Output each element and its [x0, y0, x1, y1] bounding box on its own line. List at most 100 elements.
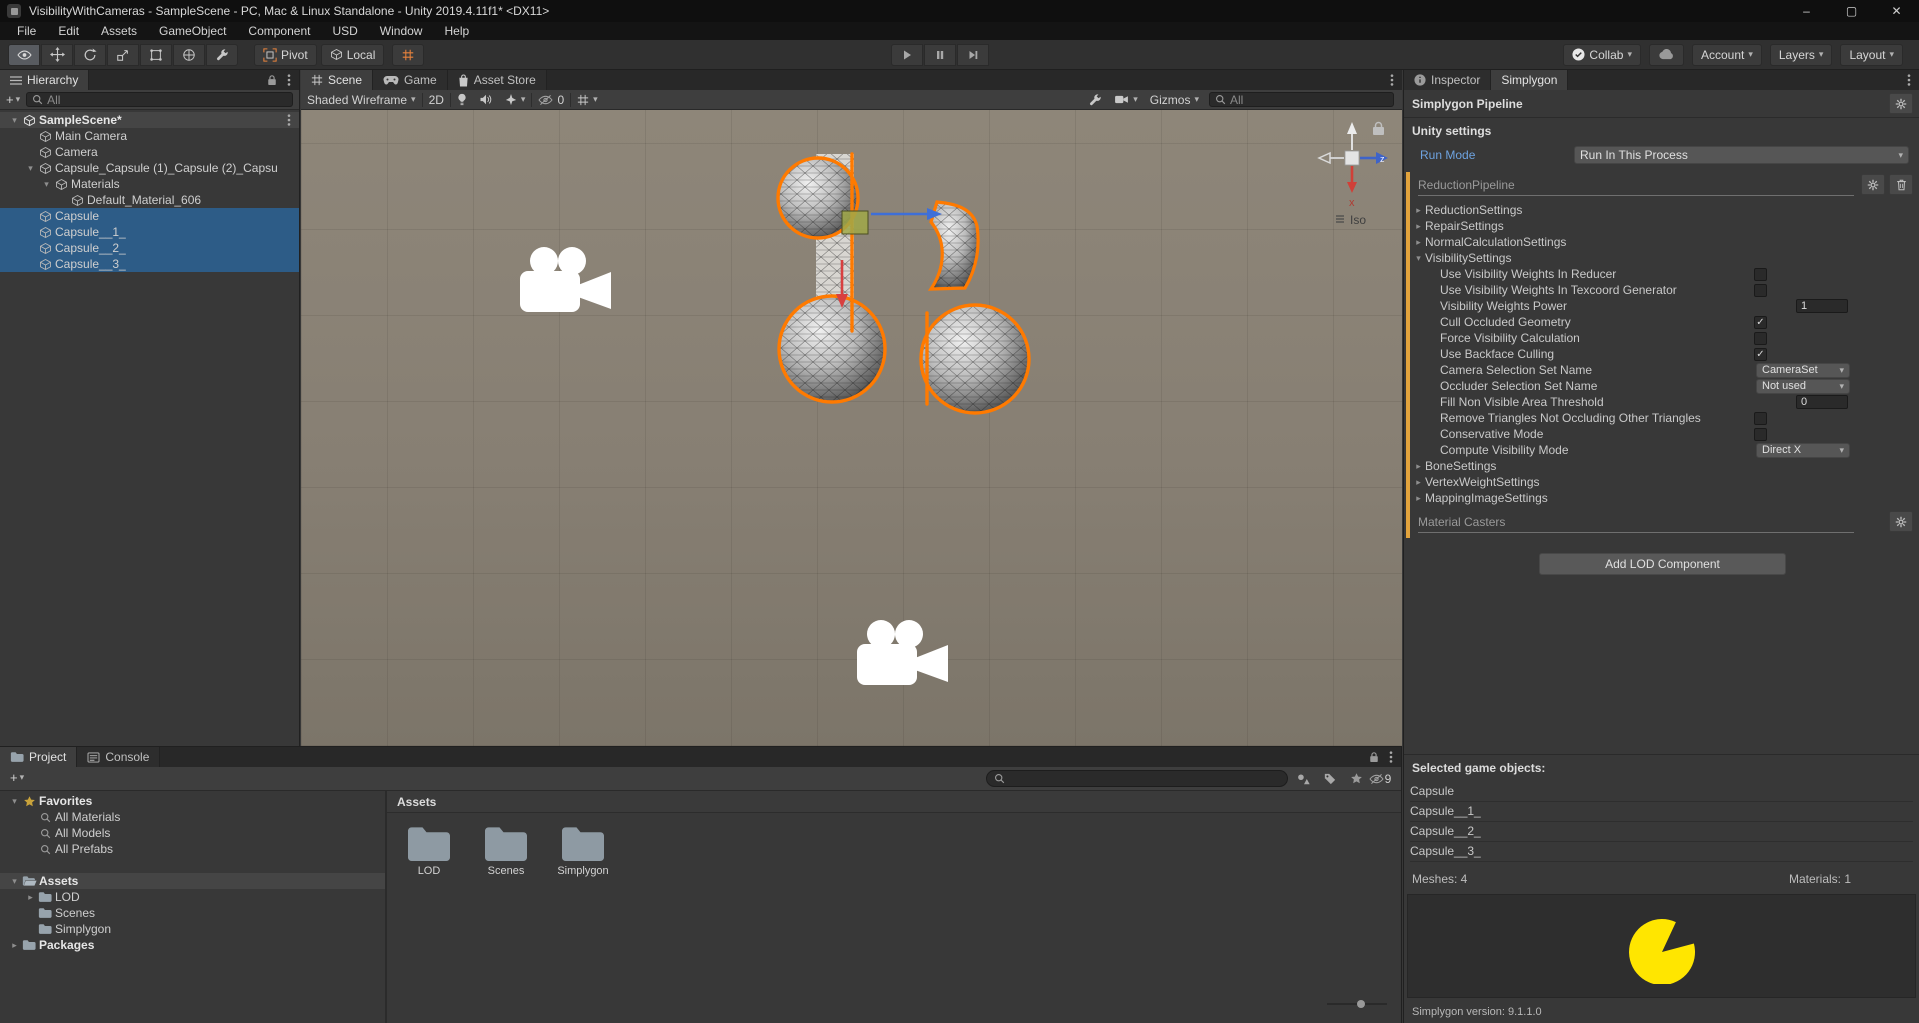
hierarchy-row[interactable]: Camera [0, 144, 299, 160]
filter-by-type-button[interactable] [1292, 770, 1316, 787]
inspector-foldout[interactable]: ▸VertexWeightSettings [1404, 474, 1919, 490]
effects-dropdown[interactable]: ▾ [499, 90, 532, 110]
hierarchy-row[interactable]: Capsule__2_ [0, 240, 299, 256]
scene-search-input[interactable]: All [1209, 92, 1394, 107]
lock-icon[interactable] [267, 74, 277, 86]
value-input[interactable]: 1 [1796, 299, 1848, 313]
scene-tools-button[interactable] [1083, 90, 1108, 110]
value-dropdown[interactable]: Not used▾ [1756, 379, 1850, 394]
value-input[interactable]: 0 [1796, 395, 1848, 409]
hierarchy-row[interactable]: Capsule__1_ [0, 224, 299, 240]
hidden-count-button[interactable]: 9 [1368, 770, 1392, 787]
checkbox[interactable]: ✓ [1754, 348, 1767, 361]
selected-capsule-meshes[interactable] [778, 154, 1029, 413]
run-mode-dropdown[interactable]: Run In This Process▾ [1574, 146, 1909, 164]
foldout-arrow-icon[interactable]: ▸ [1412, 205, 1425, 216]
inspector-property[interactable]: Cull Occluded Geometry✓ [1404, 314, 1919, 330]
project-tree-row[interactable]: ▾Favorites [0, 793, 385, 809]
foldout-arrow-icon[interactable]: ▾ [8, 796, 21, 807]
foldout-arrow-icon[interactable]: ▾ [24, 163, 37, 174]
scene-viewport[interactable]: z x Iso [301, 110, 1402, 746]
hierarchy-row[interactable]: ▾SampleScene* [0, 112, 299, 128]
slider-knob[interactable] [1357, 1000, 1365, 1008]
material-casters-gear-button[interactable] [1889, 511, 1913, 532]
local-toggle[interactable]: Local [321, 44, 385, 66]
create-object-button[interactable]: +▾ [0, 92, 26, 107]
inspector-foldout[interactable]: ▸NormalCalculationSettings [1404, 234, 1919, 250]
tab-hierarchy[interactable]: Hierarchy [0, 70, 89, 90]
asset-folder-simplygon[interactable]: Simplygon [551, 825, 615, 877]
asset-folder-scenes[interactable]: Scenes [474, 825, 538, 877]
kebab-menu-icon[interactable] [287, 73, 291, 87]
filter-by-label-button[interactable] [1318, 770, 1342, 787]
tab-console[interactable]: Console [77, 747, 160, 767]
view-tool-button[interactable] [8, 44, 40, 66]
inspector-property[interactable]: Use Visibility Weights In Texcoord Gener… [1404, 282, 1919, 298]
project-tree-row[interactable]: Scenes [0, 905, 385, 921]
inspector-foldout[interactable]: ▾VisibilitySettings [1404, 250, 1919, 266]
foldout-arrow-icon[interactable]: ▾ [8, 115, 21, 126]
lighting-toggle[interactable] [451, 90, 473, 110]
camera-gizmo-2[interactable] [857, 620, 948, 685]
grid-visibility-dropdown[interactable]: ▾ [571, 90, 604, 110]
inspector-property[interactable]: Compute Visibility ModeDirect X▾ [1404, 442, 1919, 458]
hierarchy-row[interactable]: Main Camera [0, 128, 299, 144]
grid-snap-button[interactable] [392, 44, 424, 66]
inspector-property[interactable]: Conservative Mode [1404, 426, 1919, 442]
inspector-property[interactable]: Visibility Weights Power1 [1404, 298, 1919, 314]
play-button[interactable] [891, 44, 923, 66]
menu-item-window[interactable]: Window [369, 22, 434, 40]
inspector-property[interactable]: Force Visibility Calculation [1404, 330, 1919, 346]
account-dropdown[interactable]: Account▾ [1692, 44, 1762, 66]
project-tree-row[interactable]: ▸Packages [0, 937, 385, 953]
foldout-arrow-icon[interactable]: ▸ [1412, 221, 1425, 232]
foldout-arrow-icon[interactable]: ▸ [1412, 461, 1425, 472]
menu-item-assets[interactable]: Assets [90, 22, 148, 40]
tab-scene[interactable]: Scene [301, 70, 373, 90]
menu-item-component[interactable]: Component [237, 22, 321, 40]
hierarchy-search-input[interactable]: All [26, 92, 293, 107]
menu-item-edit[interactable]: Edit [47, 22, 90, 40]
kebab-menu-icon[interactable] [287, 113, 291, 127]
checkbox[interactable]: ✓ [1754, 316, 1767, 329]
hierarchy-row[interactable]: Capsule__3_ [0, 256, 299, 272]
maximize-button[interactable]: ▢ [1829, 0, 1874, 22]
menu-item-help[interactable]: Help [433, 22, 480, 40]
foldout-arrow-icon[interactable]: ▸ [24, 892, 37, 903]
transform-tool-button[interactable] [173, 44, 205, 66]
menu-item-usd[interactable]: USD [321, 22, 368, 40]
menu-item-gameobject[interactable]: GameObject [148, 22, 237, 40]
move-tool-button[interactable] [41, 44, 73, 66]
rect-tool-button[interactable] [140, 44, 172, 66]
pipeline-gear-button[interactable] [1889, 93, 1913, 114]
hidden-objects-toggle[interactable]: 0 [532, 90, 570, 110]
checkbox[interactable] [1754, 428, 1767, 441]
create-asset-button[interactable]: +▾ [4, 770, 30, 785]
hierarchy-row[interactable]: Capsule [0, 208, 299, 224]
rotate-tool-button[interactable] [74, 44, 106, 66]
tab-simplygon[interactable]: Simplygon [1491, 70, 1568, 90]
checkbox[interactable] [1754, 412, 1767, 425]
hierarchy-row[interactable]: ▾Capsule_Capsule (1)_Capsule (2)_Capsu [0, 160, 299, 176]
project-tree-row[interactable]: ▾Assets [0, 873, 385, 889]
collab-dropdown[interactable]: Collab▾ [1563, 44, 1641, 66]
project-tree-row[interactable]: Simplygon [0, 921, 385, 937]
tab-inspector[interactable]: Inspector [1404, 70, 1491, 90]
checkbox[interactable] [1754, 284, 1767, 297]
pivot-toggle[interactable]: Pivot [254, 44, 317, 66]
value-dropdown[interactable]: CameraSet▾ [1756, 363, 1850, 378]
audio-toggle[interactable] [473, 90, 499, 110]
close-button[interactable]: ✕ [1874, 0, 1919, 22]
2d-toggle[interactable]: 2D [423, 90, 450, 110]
inspector-foldout[interactable]: ▸BoneSettings [1404, 458, 1919, 474]
layout-dropdown[interactable]: Layout▾ [1840, 44, 1903, 66]
tab-game[interactable]: Game [373, 70, 448, 90]
checkbox[interactable] [1754, 332, 1767, 345]
draw-mode-dropdown[interactable]: Shaded Wireframe▾ [301, 90, 422, 110]
hierarchy-row[interactable]: Default_Material_606 [0, 192, 299, 208]
pipeline-delete-button[interactable] [1889, 174, 1913, 195]
inspector-property[interactable]: Camera Selection Set NameCameraSet▾ [1404, 362, 1919, 378]
foldout-arrow-icon[interactable]: ▸ [1412, 477, 1425, 488]
camera-gizmo-1[interactable] [520, 247, 611, 312]
inspector-property[interactable]: Fill Non Visible Area Threshold0 [1404, 394, 1919, 410]
